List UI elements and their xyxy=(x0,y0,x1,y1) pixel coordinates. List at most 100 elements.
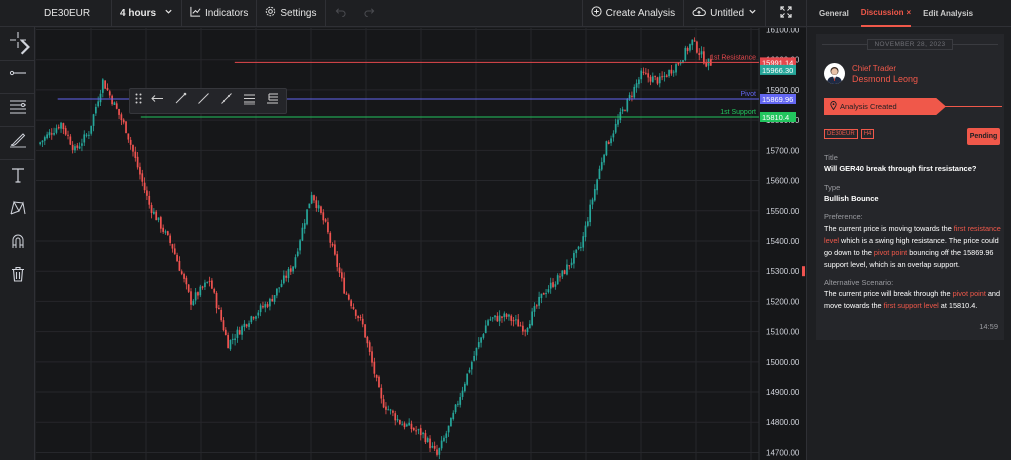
candle-body xyxy=(366,336,369,344)
candle-body xyxy=(231,338,234,340)
candle-body xyxy=(394,413,397,421)
fib-retracement-button[interactable] xyxy=(261,89,284,113)
candle-body xyxy=(287,269,290,279)
candle-body xyxy=(132,145,134,152)
pivot-point-link[interactable]: pivot point xyxy=(953,289,986,298)
candle-body xyxy=(157,217,160,221)
candle-body xyxy=(452,412,455,420)
create-analysis-button[interactable]: Create Analysis xyxy=(581,0,685,27)
candle-body xyxy=(347,294,350,300)
price-tick-label: 15000.00 xyxy=(766,358,800,367)
drawing-tools-sidebar xyxy=(0,27,35,460)
settings-button[interactable]: Settings xyxy=(257,0,326,27)
candle-body xyxy=(125,121,127,134)
candle-body xyxy=(224,329,227,335)
extended-line-button[interactable] xyxy=(215,89,238,113)
candle-body xyxy=(563,270,566,274)
date-label: NOVEMBER 28, 2023 xyxy=(867,38,953,50)
delete-drawings-tool[interactable] xyxy=(0,261,35,291)
untitled-dropdown[interactable]: Untitled xyxy=(684,0,766,27)
candle-body xyxy=(566,264,568,275)
candle-body xyxy=(552,282,554,287)
crosshair-tool[interactable] xyxy=(0,27,35,57)
drag-handle[interactable] xyxy=(130,89,146,113)
candle-body xyxy=(477,342,480,348)
redo-button[interactable] xyxy=(355,0,384,27)
candle-body xyxy=(607,141,610,144)
tab-edit-analysis[interactable]: Edit Analysis xyxy=(923,0,973,27)
pattern-tool[interactable] xyxy=(0,195,35,225)
candle-body xyxy=(194,292,197,301)
candle-body xyxy=(227,335,229,349)
parallel-channel-button[interactable] xyxy=(238,89,261,113)
indicators-button[interactable]: Indicators xyxy=(182,0,258,27)
candle-body xyxy=(88,134,90,136)
candle-body xyxy=(90,125,93,134)
panel-tabs: General Discussion × Edit Analysis xyxy=(807,0,1011,27)
candle-body xyxy=(517,319,520,327)
candle-body xyxy=(605,141,608,156)
candle-body xyxy=(60,122,62,129)
undo-button[interactable] xyxy=(326,0,355,27)
candle-body xyxy=(197,292,199,296)
candle-body xyxy=(549,282,552,289)
candle-body xyxy=(357,315,359,319)
candle-body xyxy=(220,309,223,321)
magnet-tool[interactable] xyxy=(0,228,35,258)
candle-body xyxy=(658,76,661,84)
pending-button[interactable]: Pending xyxy=(967,128,1000,145)
candle-body xyxy=(159,217,162,229)
candle-body xyxy=(252,317,255,319)
candle-body xyxy=(108,91,111,96)
candle-body xyxy=(410,423,413,430)
candle-body xyxy=(306,209,308,225)
horizontal-line-tool[interactable] xyxy=(0,60,35,90)
tab-discussion[interactable]: Discussion × xyxy=(860,0,912,27)
candle-body xyxy=(466,373,469,385)
map-pin-icon xyxy=(830,101,837,112)
fullscreen-button[interactable] xyxy=(766,0,806,27)
candle-body xyxy=(173,248,176,255)
tab-general[interactable]: General xyxy=(819,0,849,27)
fib-retracement-icon xyxy=(266,92,279,110)
text-tool[interactable] xyxy=(0,162,35,192)
candle-body xyxy=(445,433,448,438)
pivot-point-link[interactable]: pivot point xyxy=(874,248,907,257)
candle-body xyxy=(81,143,83,146)
candle-body xyxy=(457,403,459,405)
candle-body xyxy=(257,312,260,316)
candle-body xyxy=(633,86,636,98)
price-tick-label: 15200.00 xyxy=(766,297,800,306)
candle-body xyxy=(301,227,304,241)
horizontal-ray-button[interactable] xyxy=(146,89,169,113)
ray-button[interactable] xyxy=(192,89,215,113)
candle-body xyxy=(199,286,202,296)
candle-body xyxy=(46,134,48,139)
candle-body xyxy=(433,445,436,449)
candle-body xyxy=(647,73,650,78)
candle-body xyxy=(352,307,355,309)
first-support-link[interactable]: first support level xyxy=(884,301,939,310)
candle-body xyxy=(512,320,515,322)
timeframe-badge: H4 xyxy=(860,129,875,139)
parallel-lines-tool[interactable] xyxy=(0,93,35,123)
candle-body xyxy=(561,270,564,277)
interval-selector[interactable]: 4 hours xyxy=(112,0,182,27)
brush-tool[interactable] xyxy=(0,126,35,156)
trend-line-button[interactable] xyxy=(169,89,192,113)
candle-body xyxy=(422,432,424,435)
type-value: Bullish Bounce xyxy=(824,194,879,203)
candle-body xyxy=(243,323,246,328)
close-icon[interactable]: × xyxy=(906,8,911,17)
price-chart[interactable]: 16100.0016000.0015900.0015800.0015700.00… xyxy=(36,28,806,460)
candle-body xyxy=(480,337,482,343)
candle-body xyxy=(106,87,109,91)
symbol-selector[interactable]: DE30EUR xyxy=(0,0,112,27)
candle-body xyxy=(640,70,643,80)
chevron-down-icon xyxy=(748,7,757,19)
candle-body xyxy=(39,142,42,145)
candle-body xyxy=(614,123,617,133)
candle-body xyxy=(308,203,311,209)
gear-icon xyxy=(265,6,276,20)
candle-body xyxy=(259,305,262,313)
